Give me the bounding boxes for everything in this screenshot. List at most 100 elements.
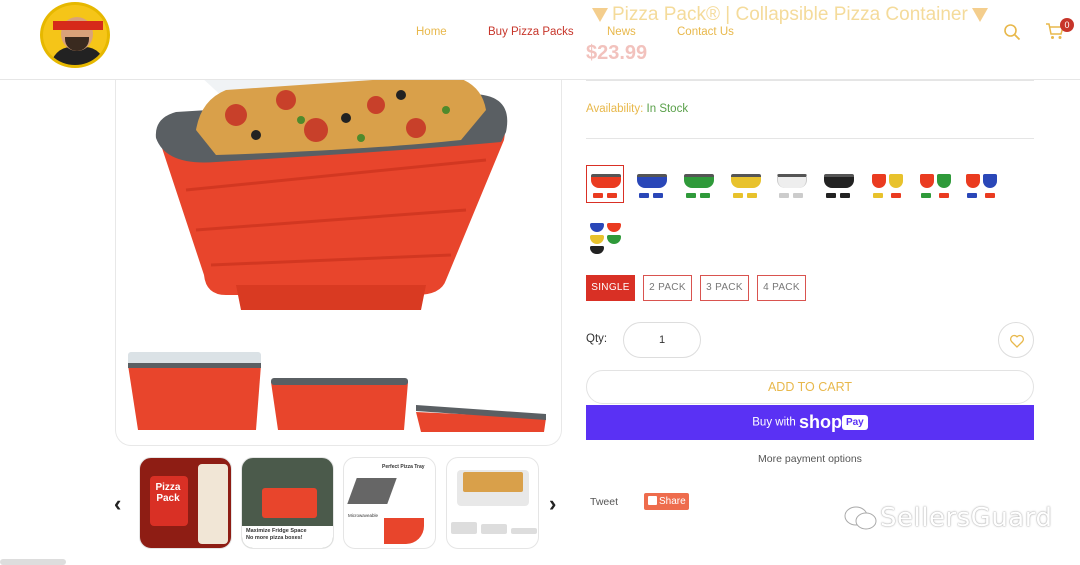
- swatch-tub: [793, 193, 803, 198]
- nav-news[interactable]: News: [607, 26, 636, 38]
- divider: [586, 80, 1034, 81]
- thumb-pizza: [463, 472, 523, 492]
- swatch-tub: [731, 174, 761, 188]
- thumb-caption-line: Maximize Fridge Space: [246, 528, 307, 534]
- thumbnail-1[interactable]: Pizza Pack: [139, 457, 232, 549]
- tweet-button[interactable]: Tweet: [590, 496, 618, 508]
- variant-swatch-multi-1[interactable]: [868, 165, 906, 203]
- swatch-tub: [777, 174, 807, 188]
- divider: [586, 138, 1034, 139]
- variant-swatch-multi-3[interactable]: [962, 165, 1000, 203]
- swatch-tub: [639, 193, 649, 198]
- swatch-tub: [593, 193, 603, 198]
- swatch-tub: [939, 193, 949, 198]
- nav-contact-us[interactable]: Contact Us: [677, 26, 734, 38]
- pack-option-3[interactable]: 3 PACK: [700, 275, 749, 301]
- thumb-container: [481, 524, 507, 534]
- variant-swatch-black[interactable]: [819, 165, 857, 203]
- thumbnail-3[interactable]: Perfect Pizza Tray Microwaveable: [343, 457, 436, 549]
- swatch-tub: [607, 223, 621, 232]
- product-price: $23.99: [586, 42, 648, 64]
- thumb-tray: [347, 478, 397, 504]
- swatch-tub: [607, 193, 617, 198]
- buy-with-label: Buy with: [752, 416, 796, 429]
- nav-home[interactable]: Home: [416, 26, 447, 38]
- share-label: Share: [659, 496, 686, 507]
- swatch-tub: [826, 193, 836, 198]
- thumb-caption: Maximize Fridge Space No more pizza boxe…: [246, 528, 332, 542]
- swatch-tub: [686, 193, 696, 198]
- swatch-tub: [872, 174, 886, 188]
- pizza-slice-icon: [971, 7, 988, 22]
- shop-wordmark: shop: [798, 412, 842, 432]
- thumbnail-prev-arrow[interactable]: ‹: [114, 491, 121, 517]
- heart-icon: [1009, 334, 1025, 348]
- swatch-tub: [653, 193, 663, 198]
- thumb-container: [511, 528, 537, 534]
- add-to-cart-button[interactable]: ADD TO CART: [586, 370, 1034, 404]
- cart-count-badge: 0: [1060, 18, 1074, 32]
- more-payment-options-link[interactable]: More payment options: [586, 453, 1034, 465]
- swatch-tub: [684, 174, 714, 188]
- chat-bubble-icon: [844, 506, 877, 530]
- thumbnail-4[interactable]: [446, 457, 539, 549]
- thumb-container: [384, 518, 424, 544]
- variant-swatch-party[interactable]: [586, 218, 624, 256]
- plus-icon: [648, 496, 657, 505]
- swatch-tub: [966, 174, 980, 188]
- thumb-features-panel: [198, 464, 228, 544]
- swatch-tub: [590, 246, 604, 254]
- pizza-slice-icon: [592, 7, 608, 22]
- main-product-image[interactable]: [115, 40, 562, 446]
- pizza-container-illustration: [128, 40, 546, 432]
- pack-option-2[interactable]: 2 PACK: [643, 275, 692, 301]
- site-logo[interactable]: [40, 2, 110, 68]
- product-title-row: Pizza Pack® | Collapsible Pizza Containe…: [588, 4, 992, 26]
- swatch-tub: [747, 193, 757, 198]
- swatch-tub: [873, 193, 883, 198]
- thumb-brand-text: Pizza Pack: [155, 482, 181, 504]
- swatch-tub: [590, 235, 604, 244]
- pay-badge: Pay: [841, 415, 868, 430]
- swatch-tub: [779, 193, 789, 198]
- watermark: SellersGuard: [880, 503, 1053, 533]
- swatch-tub: [921, 193, 931, 198]
- horizontal-scrollbar[interactable]: [0, 559, 66, 565]
- shop-pay-button[interactable]: Buy with shop Pay: [586, 405, 1034, 440]
- variant-swatch-red[interactable]: [586, 165, 624, 203]
- nav-buy-pizza-packs[interactable]: Buy Pizza Packs: [488, 26, 574, 38]
- availability-label: Availability:: [586, 103, 644, 115]
- variant-swatch-multi-2[interactable]: [916, 165, 954, 203]
- search-icon[interactable]: [1003, 23, 1021, 41]
- wishlist-button[interactable]: [998, 322, 1034, 358]
- pack-option-single[interactable]: SINGLE: [586, 275, 635, 301]
- swatch-tub: [637, 174, 667, 188]
- thumb-container: [262, 488, 317, 518]
- variant-swatch-white[interactable]: [772, 165, 810, 203]
- availability-value: In Stock: [646, 103, 689, 115]
- qty-input[interactable]: 1: [623, 322, 701, 358]
- thumbnail-next-arrow[interactable]: ›: [549, 491, 556, 517]
- swatch-tub: [591, 174, 621, 188]
- pack-option-4[interactable]: 4 PACK: [757, 275, 806, 301]
- swatch-tub: [824, 174, 854, 188]
- share-button[interactable]: Share: [644, 493, 689, 510]
- logo-bandana: [53, 21, 103, 30]
- qty-label: Qty:: [586, 333, 608, 345]
- thumb-container: [451, 522, 477, 534]
- swatch-tub: [985, 193, 995, 198]
- swatch-tub: [891, 193, 901, 198]
- swatch-tub: [840, 193, 850, 198]
- thumb-caption: Microwaveable: [348, 513, 379, 518]
- swatch-tub: [967, 193, 977, 198]
- variant-swatch-yellow[interactable]: [726, 165, 764, 203]
- swatch-tub: [889, 174, 903, 188]
- thumbnail-2[interactable]: Maximize Fridge Space No more pizza boxe…: [241, 457, 334, 549]
- swatch-tub: [590, 223, 604, 232]
- variant-swatch-blue[interactable]: [632, 165, 670, 203]
- variant-swatch-green[interactable]: [679, 165, 717, 203]
- availability: Availability: In Stock: [586, 103, 688, 115]
- product-title: Pizza Pack® | Collapsible Pizza Containe…: [612, 4, 968, 25]
- swatch-tub: [607, 235, 621, 244]
- swatch-tub: [700, 193, 710, 198]
